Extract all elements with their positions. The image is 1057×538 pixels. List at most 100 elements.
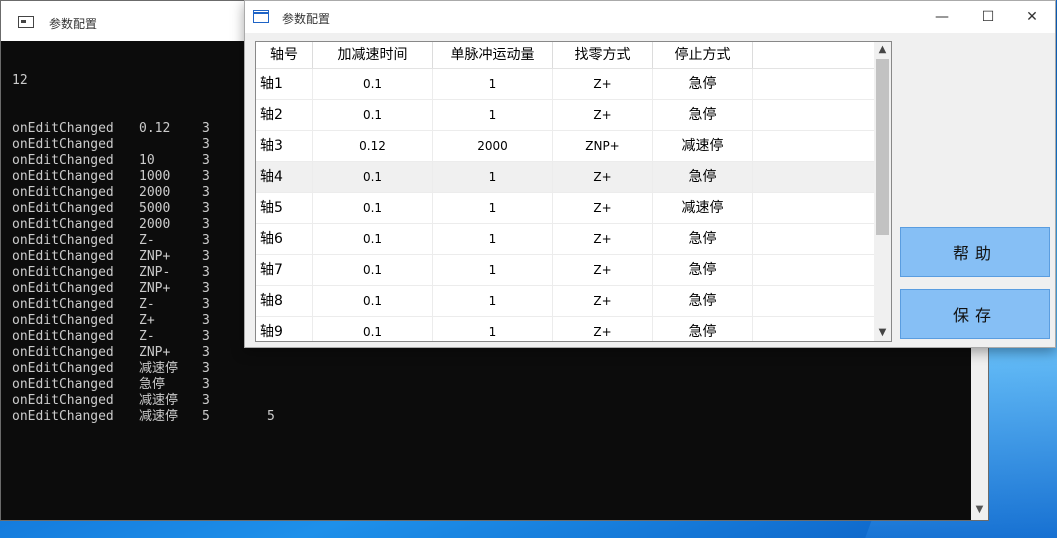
- home-mode-cell[interactable]: Z+: [553, 162, 653, 192]
- stop-mode-cell[interactable]: 急停: [653, 255, 753, 285]
- pulse-amount-cell[interactable]: 2000: [433, 131, 553, 161]
- home-mode-cell[interactable]: ZNP+: [553, 131, 653, 161]
- pulse-amount-cell[interactable]: 1: [433, 162, 553, 192]
- axis-cell[interactable]: 轴4: [256, 162, 313, 192]
- console-value: 10: [139, 153, 155, 168]
- pulse-amount-cell[interactable]: 1: [433, 69, 553, 99]
- column-header-axis[interactable]: 轴号: [256, 42, 313, 68]
- table-row[interactable]: 轴8 0.1 1 Z+ 急停: [256, 286, 874, 317]
- pulse-amount-cell[interactable]: 1: [433, 100, 553, 130]
- home-mode-cell[interactable]: Z+: [553, 286, 653, 316]
- console-scroll-down-icon[interactable]: ▼: [971, 504, 988, 518]
- accel-time-cell[interactable]: 0.1: [313, 224, 433, 254]
- param-config-window: 参数配置 — ☐ ✕ 轴号 加减速时间 单脉冲运动量 找零方式 停止方式 轴1 0…: [244, 0, 1056, 348]
- table-body: 轴1 0.1 1 Z+ 急停 轴2 0.1 1 Z+ 急停 轴3 0.12 2000 ZNP+ 减速停 轴4 0…: [256, 69, 874, 341]
- accel-time-cell[interactable]: 0.1: [313, 317, 433, 341]
- accel-time-cell[interactable]: 0.1: [313, 255, 433, 285]
- stop-mode-cell[interactable]: 急停: [653, 286, 753, 316]
- home-mode-cell[interactable]: Z+: [553, 193, 653, 223]
- scroll-down-icon[interactable]: ▼: [874, 325, 891, 341]
- axis-cell[interactable]: 轴2: [256, 100, 313, 130]
- column-header-accel-time[interactable]: 加减速时间: [313, 42, 433, 68]
- pulse-amount-cell[interactable]: 1: [433, 224, 553, 254]
- console-col: 5: [202, 409, 210, 424]
- stop-mode-cell[interactable]: 急停: [653, 69, 753, 99]
- table-row[interactable]: 轴7 0.1 1 Z+ 急停: [256, 255, 874, 286]
- param-window-titlebar[interactable]: 参数配置 — ☐ ✕: [245, 1, 1055, 33]
- stop-mode-cell[interactable]: 减速停: [653, 193, 753, 223]
- close-button[interactable]: ✕: [1009, 1, 1055, 33]
- table-row[interactable]: 轴3 0.12 2000 ZNP+ 减速停: [256, 131, 874, 162]
- table-row[interactable]: 轴1 0.1 1 Z+ 急停: [256, 69, 874, 100]
- console-line: onEditChanged Z- 3: [12, 329, 275, 345]
- pulse-amount-cell[interactable]: 1: [433, 286, 553, 316]
- pulse-amount-cell[interactable]: 1: [433, 193, 553, 223]
- accel-time-cell[interactable]: 0.1: [313, 69, 433, 99]
- console-line: onEditChanged 10 3: [12, 153, 275, 169]
- accel-time-cell[interactable]: 0.1: [313, 286, 433, 316]
- empty-cell: [753, 131, 874, 161]
- home-mode-cell[interactable]: Z+: [553, 100, 653, 130]
- console-value: 2000: [139, 185, 171, 200]
- save-button[interactable]: 保存: [900, 289, 1050, 339]
- pulse-amount-cell[interactable]: 1: [433, 317, 553, 341]
- maximize-button[interactable]: ☐: [965, 1, 1011, 33]
- console-value: 1000: [139, 169, 171, 184]
- param-table: 轴号 加减速时间 单脉冲运动量 找零方式 停止方式 轴1 0.1 1 Z+ 急停 轴2 0.…: [255, 41, 892, 342]
- stop-mode-cell[interactable]: 急停: [653, 317, 753, 341]
- console-col: 3: [202, 361, 210, 376]
- minimize-button[interactable]: —: [919, 1, 965, 33]
- console-line: 12: [12, 73, 28, 88]
- table-row[interactable]: 轴9 0.1 1 Z+ 急停: [256, 317, 874, 341]
- axis-cell[interactable]: 轴1: [256, 69, 313, 99]
- console-value: 2000: [139, 217, 171, 232]
- close-icon: ✕: [1026, 9, 1038, 25]
- table-row[interactable]: 轴2 0.1 1 Z+ 急停: [256, 100, 874, 131]
- table-scrollbar[interactable]: ▲ ▼: [874, 42, 891, 341]
- accel-time-cell[interactable]: 0.12: [313, 131, 433, 161]
- table-row[interactable]: 轴4 0.1 1 Z+ 急停: [256, 162, 874, 193]
- console-line: onEditChanged ZNP+ 3: [12, 249, 275, 265]
- stop-mode-cell[interactable]: 急停: [653, 162, 753, 192]
- home-mode-cell[interactable]: Z+: [553, 317, 653, 341]
- console-line: onEditChanged 5000 3: [12, 201, 275, 217]
- console-event: onEditChanged: [12, 361, 114, 376]
- console-event: onEditChanged: [12, 377, 114, 392]
- console-output: 12 onEditChanged 0.12 3 onEditChanged 3 onEdi…: [12, 41, 275, 457]
- home-mode-cell[interactable]: Z+: [553, 224, 653, 254]
- column-header-pulse-amount[interactable]: 单脉冲运动量: [433, 42, 553, 68]
- stop-mode-cell[interactable]: 急停: [653, 224, 753, 254]
- axis-cell[interactable]: 轴5: [256, 193, 313, 223]
- axis-cell[interactable]: 轴7: [256, 255, 313, 285]
- accel-time-cell[interactable]: 0.1: [313, 162, 433, 192]
- console-event: onEditChanged: [12, 265, 114, 280]
- scroll-up-icon[interactable]: ▲: [874, 42, 891, 58]
- axis-cell[interactable]: 轴6: [256, 224, 313, 254]
- table-row[interactable]: 轴5 0.1 1 Z+ 减速停: [256, 193, 874, 224]
- console-value: ZNP+: [139, 281, 171, 296]
- console-value: 减速停: [139, 361, 179, 376]
- column-header-stop-mode[interactable]: 停止方式: [653, 42, 753, 68]
- table-row[interactable]: 轴6 0.1 1 Z+ 急停: [256, 224, 874, 255]
- console-value: 减速停: [139, 409, 179, 424]
- desktop-background: 参数配置 12 onEditChanged 0.12 3 onEditChanged 3…: [0, 0, 1057, 538]
- console-event: onEditChanged: [12, 153, 114, 168]
- column-header-home-mode[interactable]: 找零方式: [553, 42, 653, 68]
- axis-cell[interactable]: 轴9: [256, 317, 313, 341]
- accel-time-cell[interactable]: 0.1: [313, 193, 433, 223]
- stop-mode-cell[interactable]: 减速停: [653, 131, 753, 161]
- console-line: onEditChanged 2000 3: [12, 217, 275, 233]
- console-value: Z-: [139, 233, 155, 248]
- axis-cell[interactable]: 轴8: [256, 286, 313, 316]
- empty-cell: [753, 69, 874, 99]
- console-line: onEditChanged ZNP+ 3: [12, 345, 275, 361]
- home-mode-cell[interactable]: Z+: [553, 255, 653, 285]
- stop-mode-cell[interactable]: 急停: [653, 100, 753, 130]
- scroll-thumb[interactable]: [876, 59, 889, 235]
- console-extra: 5: [267, 409, 275, 424]
- home-mode-cell[interactable]: Z+: [553, 69, 653, 99]
- help-button[interactable]: 帮助: [900, 227, 1050, 277]
- pulse-amount-cell[interactable]: 1: [433, 255, 553, 285]
- axis-cell[interactable]: 轴3: [256, 131, 313, 161]
- accel-time-cell[interactable]: 0.1: [313, 100, 433, 130]
